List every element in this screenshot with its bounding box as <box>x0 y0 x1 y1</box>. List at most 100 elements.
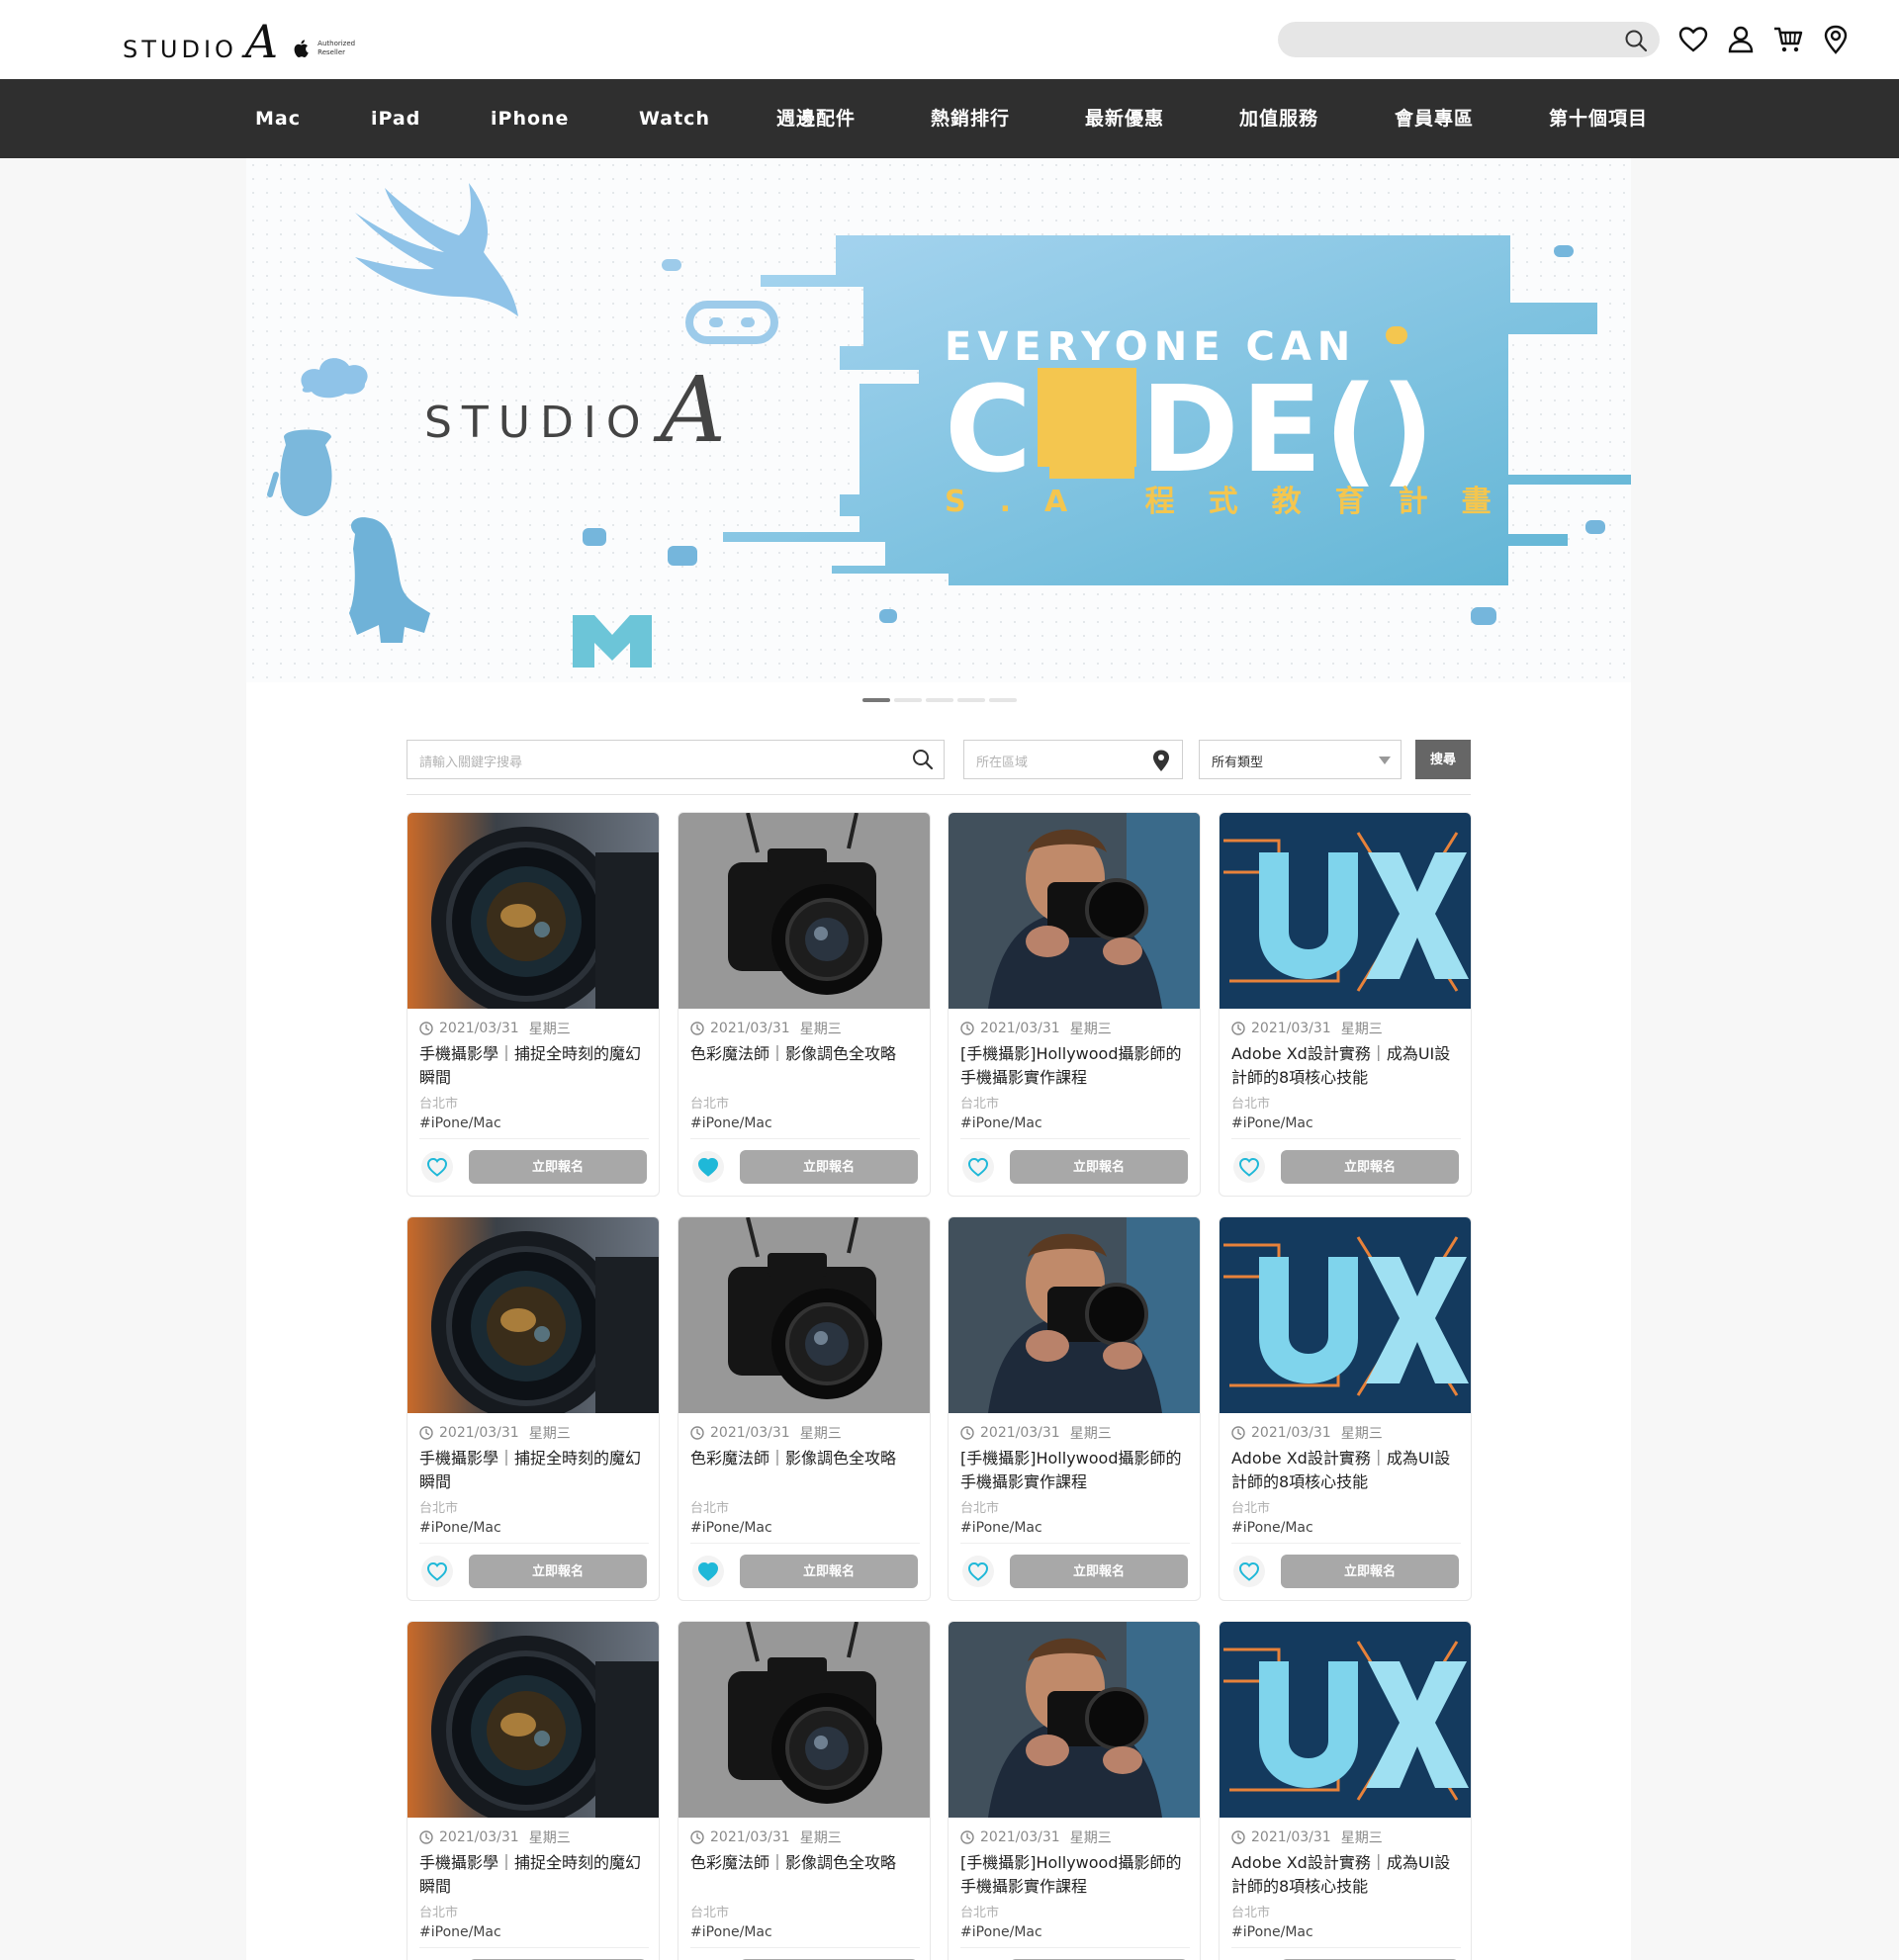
course-title[interactable]: Adobe Xd設計實務｜成為UI設計師的8項核心技能 <box>1231 1851 1463 1899</box>
area-input[interactable]: 所在區域 <box>963 740 1183 779</box>
course-card[interactable]: 2021/03/31 星期三 Adobe Xd設計實務｜成為UI設計師的8項核心技… <box>1219 812 1472 1197</box>
keyword-search-input[interactable]: 請輸入關鍵字搜尋 <box>407 740 945 779</box>
course-thumbnail[interactable] <box>678 1622 930 1818</box>
header-search-input[interactable] <box>1278 22 1660 57</box>
enroll-button[interactable]: 立即報名 <box>469 1150 647 1184</box>
banner-studio-word: STUDIO <box>424 398 651 448</box>
enroll-button[interactable]: 立即報名 <box>469 1555 647 1588</box>
course-tag[interactable]: #iPone/Mac <box>1231 1115 1313 1131</box>
course-thumbnail[interactable] <box>1220 1622 1471 1818</box>
location-pin-icon[interactable] <box>1820 24 1852 55</box>
course-card[interactable]: 2021/03/31 星期三 色彩魔法師｜影像調色全攻略 台北市 #iPone/M… <box>678 1621 931 1960</box>
card-divider <box>960 1138 1190 1139</box>
user-icon[interactable] <box>1725 24 1757 55</box>
course-tag[interactable]: #iPone/Mac <box>419 1924 501 1940</box>
course-city: 台北市 <box>690 1097 730 1112</box>
course-card[interactable]: 2021/03/31 星期三 [手機攝影]Hollywood攝影師的手機攝影實作課… <box>948 1621 1201 1960</box>
nav-item-watch[interactable]: Watch <box>639 79 710 158</box>
favorite-button[interactable] <box>692 1556 724 1587</box>
course-thumbnail[interactable] <box>678 1217 930 1413</box>
favorite-button[interactable] <box>1233 1151 1265 1183</box>
course-card[interactable]: 2021/03/31 星期三 手機攝影學｜捕捉全時刻的魔幻瞬間 台北市 #iPon… <box>407 1621 660 1960</box>
search-icon[interactable] <box>1624 29 1648 52</box>
course-title[interactable]: 手機攝影學｜捕捉全時刻的魔幻瞬間 <box>419 1447 651 1494</box>
carousel-dot[interactable] <box>989 698 1017 702</box>
course-title[interactable]: [手機攝影]Hollywood攝影師的手機攝影實作課程 <box>960 1447 1192 1494</box>
search-icon[interactable] <box>912 749 934 770</box>
enroll-button[interactable]: 立即報名 <box>740 1555 918 1588</box>
cart-icon[interactable] <box>1772 24 1804 55</box>
enroll-button[interactable]: 立即報名 <box>1281 1150 1459 1184</box>
course-date: 2021/03/31 星期三 <box>419 1827 571 1847</box>
type-select[interactable]: 所有類型 <box>1199 740 1402 779</box>
banner-subline: S.A 程式教育計畫 <box>945 485 1525 519</box>
favorite-button[interactable] <box>421 1556 453 1587</box>
course-tag[interactable]: #iPone/Mac <box>690 1924 772 1940</box>
course-tag[interactable]: #iPone/Mac <box>1231 1520 1313 1536</box>
enroll-button[interactable]: 立即報名 <box>1281 1555 1459 1588</box>
course-card[interactable]: 2021/03/31 星期三 Adobe Xd設計實務｜成為UI設計師的8項核心技… <box>1219 1621 1472 1960</box>
course-title[interactable]: 色彩魔法師｜影像調色全攻略 <box>690 1447 922 1470</box>
enroll-button[interactable]: 立即報名 <box>1010 1555 1188 1588</box>
nav-item-accessories[interactable]: 週邊配件 <box>776 79 856 158</box>
search-button[interactable]: 搜尋 <box>1415 740 1471 779</box>
favorite-button[interactable] <box>1233 1556 1265 1587</box>
nav-item-services[interactable]: 加值服務 <box>1239 79 1318 158</box>
course-tag[interactable]: #iPone/Mac <box>1231 1924 1313 1940</box>
studio-a-logo[interactable]: STUDIO A Authorized Reseller <box>123 18 367 64</box>
course-card[interactable]: 2021/03/31 星期三 手機攝影學｜捕捉全時刻的魔幻瞬間 台北市 #iPon… <box>407 1216 660 1601</box>
nav-item-tenth[interactable]: 第十個項目 <box>1549 79 1648 158</box>
course-card[interactable]: 2021/03/31 星期三 [手機攝影]Hollywood攝影師的手機攝影實作課… <box>948 1216 1201 1601</box>
course-thumbnail[interactable] <box>949 813 1200 1009</box>
course-title[interactable]: Adobe Xd設計實務｜成為UI設計師的8項核心技能 <box>1231 1042 1463 1090</box>
nav-item-iphone[interactable]: iPhone <box>491 79 569 158</box>
course-tag[interactable]: #iPone/Mac <box>690 1520 772 1536</box>
enroll-button[interactable]: 立即報名 <box>1010 1150 1188 1184</box>
course-title[interactable]: [手機攝影]Hollywood攝影師的手機攝影實作課程 <box>960 1042 1192 1090</box>
carousel-dot[interactable] <box>926 698 953 702</box>
course-thumbnail[interactable] <box>949 1622 1200 1818</box>
course-thumbnail[interactable] <box>407 813 659 1009</box>
course-tag[interactable]: #iPone/Mac <box>960 1115 1042 1131</box>
course-tag[interactable]: #iPone/Mac <box>960 1520 1042 1536</box>
course-tag[interactable]: #iPone/Mac <box>690 1115 772 1131</box>
nav-item-best-sellers[interactable]: 熱銷排行 <box>931 79 1010 158</box>
course-thumbnail[interactable] <box>1220 1217 1471 1413</box>
nav-item-ipad[interactable]: iPad <box>371 79 420 158</box>
carousel-dot[interactable] <box>957 698 985 702</box>
nav-item-deals[interactable]: 最新優惠 <box>1085 79 1164 158</box>
course-card[interactable]: 2021/03/31 星期三 [手機攝影]Hollywood攝影師的手機攝影實作課… <box>948 812 1201 1197</box>
course-thumbnail[interactable] <box>407 1217 659 1413</box>
favorite-button[interactable] <box>692 1151 724 1183</box>
course-title[interactable]: 手機攝影學｜捕捉全時刻的魔幻瞬間 <box>419 1851 651 1899</box>
course-card[interactable]: 2021/03/31 星期三 Adobe Xd設計實務｜成為UI設計師的8項核心技… <box>1219 1216 1472 1601</box>
weekday-text: 星期三 <box>1069 1830 1112 1846</box>
course-card[interactable]: 2021/03/31 星期三 色彩魔法師｜影像調色全攻略 台北市 #iPone/M… <box>678 1216 931 1601</box>
course-thumbnail[interactable] <box>949 1217 1200 1413</box>
course-title[interactable]: [手機攝影]Hollywood攝影師的手機攝影實作課程 <box>960 1851 1192 1899</box>
heart-icon[interactable] <box>1677 24 1709 55</box>
course-title[interactable]: 手機攝影學｜捕捉全時刻的魔幻瞬間 <box>419 1042 651 1090</box>
course-tag[interactable]: #iPone/Mac <box>419 1115 501 1131</box>
weekday-text: 星期三 <box>1069 1426 1112 1442</box>
course-tag[interactable]: #iPone/Mac <box>419 1520 501 1536</box>
course-thumbnail[interactable] <box>407 1622 659 1818</box>
carousel-dot[interactable] <box>894 698 922 702</box>
course-title[interactable]: 色彩魔法師｜影像調色全攻略 <box>690 1851 922 1875</box>
favorite-button[interactable] <box>421 1151 453 1183</box>
carousel-dot[interactable] <box>862 698 890 702</box>
favorite-button[interactable] <box>962 1151 994 1183</box>
enroll-button[interactable]: 立即報名 <box>740 1150 918 1184</box>
nav-item-members[interactable]: 會員專區 <box>1395 79 1474 158</box>
course-tag[interactable]: #iPone/Mac <box>960 1924 1042 1940</box>
course-city: 台北市 <box>419 1906 459 1920</box>
course-card[interactable]: 2021/03/31 星期三 手機攝影學｜捕捉全時刻的魔幻瞬間 台北市 #iPon… <box>407 812 660 1197</box>
hero-banner[interactable]: STUDIO A EVERYONE CAN C DE() S.A 程式教育計畫 <box>246 158 1631 682</box>
favorite-button[interactable] <box>962 1556 994 1587</box>
course-thumbnail[interactable] <box>1220 813 1471 1009</box>
course-thumbnail[interactable] <box>678 813 930 1009</box>
course-title[interactable]: 色彩魔法師｜影像調色全攻略 <box>690 1042 922 1066</box>
course-card[interactable]: 2021/03/31 星期三 色彩魔法師｜影像調色全攻略 台北市 #iPone/M… <box>678 812 931 1197</box>
nav-item-mac[interactable]: Mac <box>255 79 301 158</box>
course-title[interactable]: Adobe Xd設計實務｜成為UI設計師的8項核心技能 <box>1231 1447 1463 1494</box>
